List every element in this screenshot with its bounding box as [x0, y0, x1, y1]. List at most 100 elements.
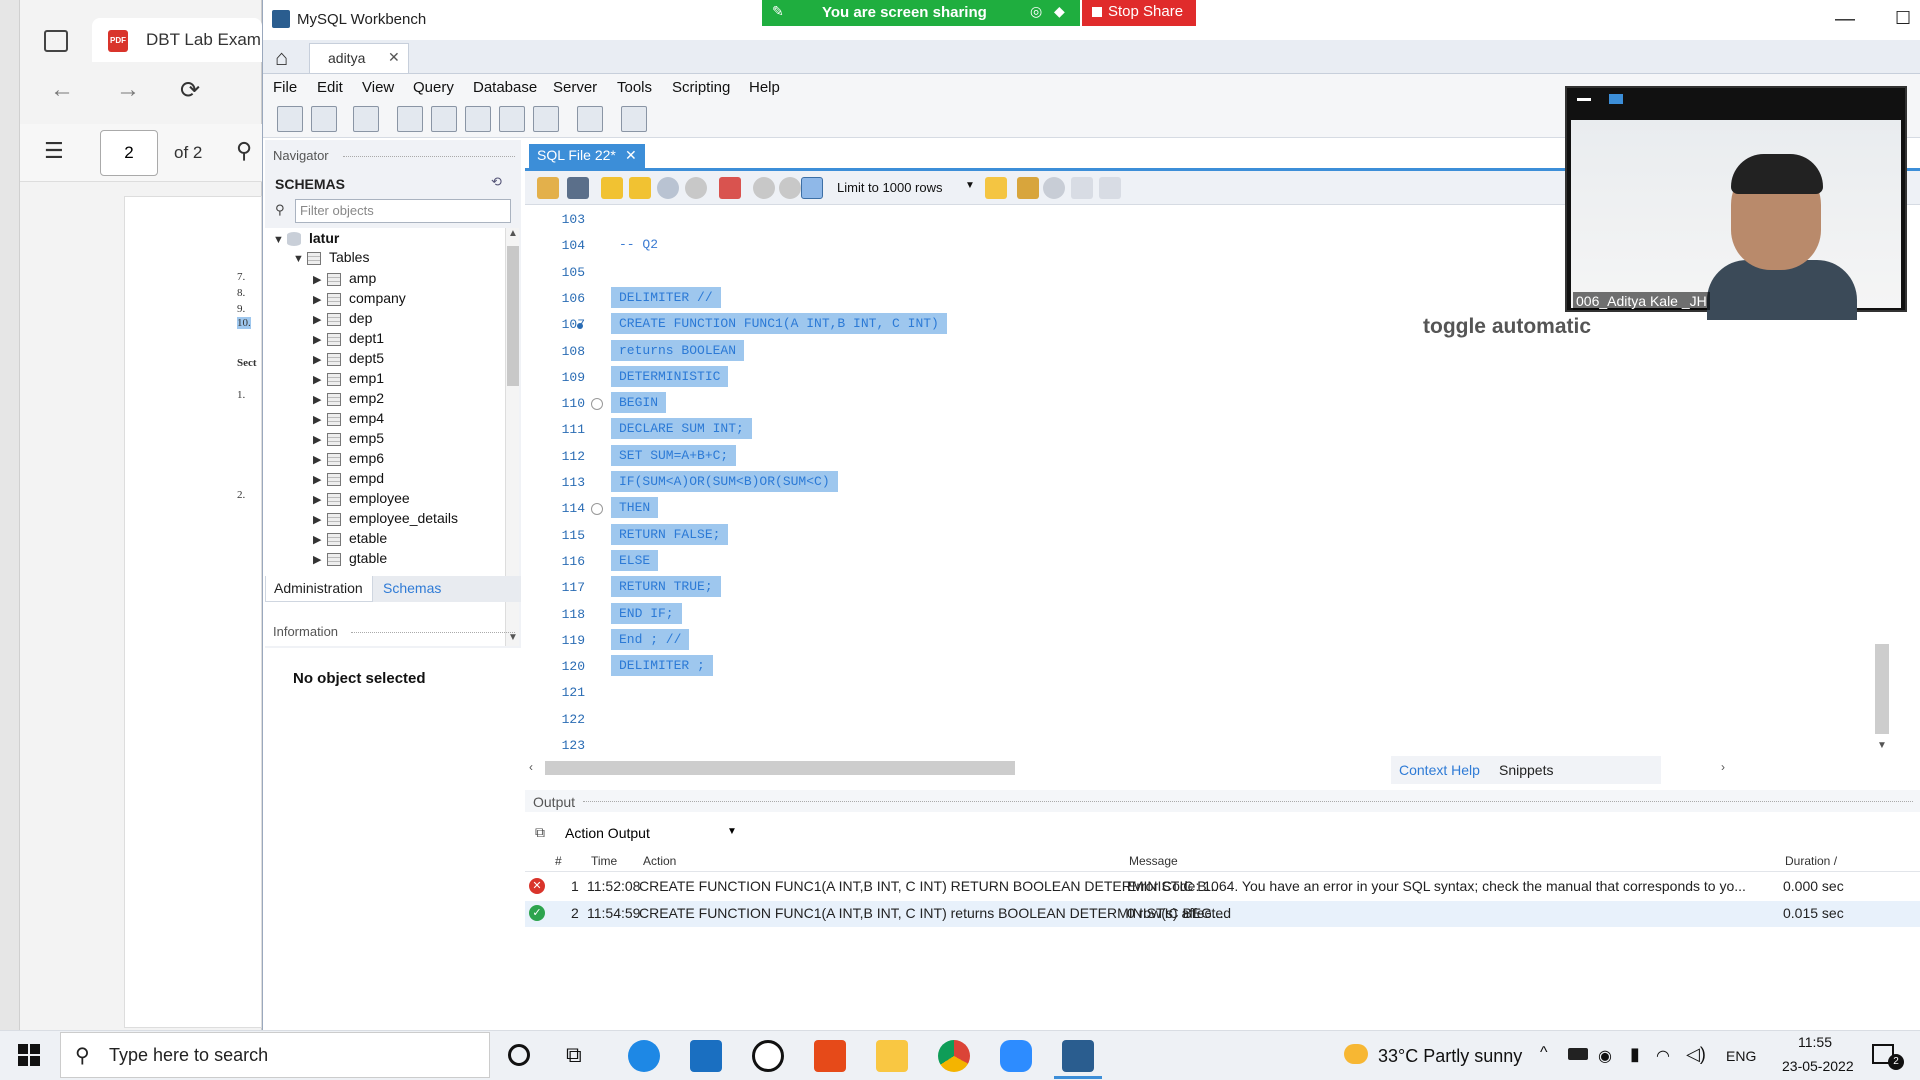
video-layout-icon[interactable] — [1609, 94, 1623, 104]
output-row[interactable]: ✕ 1 11:52:08 CREATE FUNCTION FUNC1(A INT,B … — [525, 874, 1920, 900]
code-line[interactable]: ELSE — [611, 549, 659, 574]
zoom-icon[interactable] — [1000, 1040, 1032, 1072]
minimize-icon[interactable]: — — [1835, 8, 1855, 31]
filter-objects-input[interactable]: Filter objects — [295, 199, 511, 223]
add-snippet-icon[interactable] — [985, 177, 1007, 199]
menu-edit[interactable]: Edit — [317, 79, 343, 96]
expand-icon[interactable]: ▶ — [313, 493, 327, 506]
table-item[interactable]: ▶ gtable — [313, 550, 387, 566]
video-tile[interactable]: 006_Aditya Kale _JH — [1565, 86, 1907, 320]
expand-icon[interactable]: ▶ — [313, 533, 327, 546]
cortana-icon[interactable] — [508, 1044, 530, 1066]
contents-list-icon[interactable]: ☰ — [44, 138, 64, 164]
explain-icon[interactable] — [657, 177, 679, 199]
table-item[interactable]: ▶ employee_details — [313, 510, 458, 526]
code-line[interactable]: IF(SUM<A)OR(SUM<B)OR(SUM<C) — [611, 471, 838, 495]
autocommit-icon[interactable] — [801, 177, 823, 199]
rollback-icon[interactable] — [779, 177, 801, 199]
table-item[interactable]: ▶ company — [313, 290, 406, 306]
browser-tab-title[interactable]: DBT Lab Exam — [146, 30, 261, 50]
expand-icon[interactable]: ▼ — [273, 234, 287, 246]
word-wrap-icon[interactable] — [1099, 177, 1121, 199]
expand-icon[interactable]: ▶ — [313, 513, 327, 526]
office-icon[interactable] — [814, 1040, 846, 1072]
col-action[interactable]: Action — [643, 854, 676, 868]
clock-time[interactable]: 11:55 — [1798, 1034, 1832, 1050]
tab-snippets[interactable]: Snippets — [1499, 762, 1553, 778]
info-icon[interactable]: ◎ — [1030, 3, 1042, 20]
expand-icon[interactable]: ▶ — [313, 473, 327, 486]
schema-item[interactable]: ▼ latur — [273, 230, 339, 247]
execute-icon[interactable] — [601, 177, 623, 199]
menu-database[interactable]: Database — [473, 79, 537, 96]
find-icon[interactable] — [1043, 177, 1065, 199]
new-sql-tab-icon[interactable] — [277, 106, 303, 132]
scroll-down-icon[interactable]: ▼ — [1877, 740, 1887, 751]
task-view-icon[interactable]: ⧉ — [566, 1042, 582, 1068]
table-item[interactable]: ▶ etable — [313, 530, 387, 546]
search-table-data-icon[interactable] — [577, 106, 603, 132]
create-schema-icon[interactable] — [397, 106, 423, 132]
save-icon[interactable] — [567, 177, 589, 199]
menu-view[interactable]: View — [362, 79, 394, 96]
mail-icon[interactable] — [690, 1040, 722, 1072]
home-icon[interactable]: ⌂ — [275, 45, 288, 71]
create-view-icon[interactable] — [465, 106, 491, 132]
table-item[interactable]: ▶ employee — [313, 490, 410, 506]
tree-scroll-thumb[interactable] — [507, 246, 519, 386]
expand-icon[interactable]: ▶ — [313, 353, 327, 366]
expand-icon[interactable]: ▶ — [313, 273, 327, 286]
network-icon[interactable]: ◉ — [1598, 1046, 1612, 1066]
expand-icon[interactable]: ▶ — [313, 313, 327, 326]
col-num[interactable]: # — [555, 854, 562, 868]
code-line[interactable]: DELIMITER // — [611, 286, 721, 311]
table-item[interactable]: ▶ emp4 — [313, 410, 384, 426]
expand-icon[interactable]: ▶ — [313, 333, 327, 346]
menu-scripting[interactable]: Scripting — [672, 79, 730, 96]
chevron-up-icon[interactable]: ^ — [1540, 1044, 1548, 1062]
code-line[interactable]: CREATE FUNCTION FUNC1(A INT,B INT, C INT… — [611, 313, 947, 337]
stop-share-button[interactable]: Stop Share — [1082, 0, 1196, 26]
edge-icon[interactable] — [628, 1040, 660, 1072]
tables-node[interactable]: ▼ Tables — [293, 249, 369, 265]
scroll-up-icon[interactable]: ▲ — [508, 228, 518, 239]
expand-icon[interactable]: ▶ — [313, 393, 327, 406]
clock-date[interactable]: 23-05-2022 — [1782, 1058, 1854, 1074]
menu-query[interactable]: Query — [413, 79, 454, 96]
stop-icon[interactable] — [685, 177, 707, 199]
back-arrow-icon[interactable]: ← — [50, 76, 74, 104]
invisible-chars-icon[interactable] — [1071, 177, 1093, 199]
create-table-icon[interactable] — [431, 106, 457, 132]
minimize-video-icon[interactable] — [1577, 98, 1591, 101]
reconnect-icon[interactable] — [621, 106, 647, 132]
close-icon[interactable]: ✕ — [625, 147, 637, 164]
table-item[interactable]: ▶ emp1 — [313, 370, 384, 386]
code-line[interactable]: End ; // — [611, 628, 690, 653]
scroll-down-icon[interactable]: ▼ — [508, 632, 518, 643]
code-line[interactable]: RETURN TRUE; — [611, 576, 721, 600]
forward-arrow-icon[interactable]: → — [116, 76, 140, 104]
volume-icon[interactable]: ◁) — [1686, 1044, 1706, 1065]
open-sql-script-icon[interactable] — [311, 106, 337, 132]
windows-start-icon[interactable] — [18, 1044, 40, 1066]
language-indicator[interactable]: ENG — [1726, 1048, 1756, 1064]
inspector-icon[interactable] — [353, 106, 379, 132]
wifi-icon[interactable]: ◠ — [1656, 1046, 1670, 1066]
table-item[interactable]: ▶ dept5 — [313, 350, 384, 366]
create-function-icon[interactable] — [533, 106, 559, 132]
connection-tab[interactable]: aditya ✕ — [309, 43, 409, 73]
editor-vscroll-thumb[interactable] — [1875, 644, 1889, 734]
limit-rows-select[interactable]: Limit to 1000 rows ▼ — [837, 177, 977, 199]
output-row[interactable]: ✓ 2 11:54:59 CREATE FUNCTION FUNC1(A INT,B … — [525, 901, 1920, 927]
col-message[interactable]: Message — [1129, 854, 1178, 868]
open-file-icon[interactable] — [537, 177, 559, 199]
expand-icon[interactable]: ▶ — [313, 413, 327, 426]
execute-current-icon[interactable] — [629, 177, 651, 199]
table-item[interactable]: ▶ emp5 — [313, 430, 384, 446]
file-explorer-icon[interactable] — [876, 1040, 908, 1072]
editor-vertical-scrollbar[interactable]: ▼ — [1873, 516, 1891, 752]
code-line[interactable]: RETURN FALSE; — [611, 523, 729, 548]
tab-actions-icon[interactable] — [44, 30, 68, 52]
battery-icon[interactable] — [1568, 1048, 1588, 1060]
table-item[interactable]: ▶ dep — [313, 310, 372, 326]
